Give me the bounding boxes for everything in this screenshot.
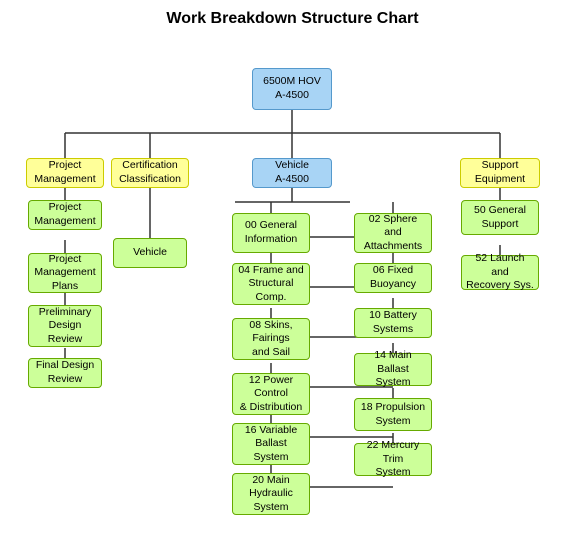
node-pm4: Final Design Review <box>28 358 102 388</box>
node-pm: Project Management <box>26 158 104 188</box>
node-se: Support Equipment <box>460 158 540 188</box>
node-pm3: Preliminary Design Review <box>28 305 102 347</box>
node-v6: 20 Main Hydraulic System <box>232 473 310 515</box>
node-v1: 00 General Information <box>232 213 310 253</box>
node-v3: 08 Skins, Fairings and Sail <box>232 318 310 360</box>
node-se2: 52 Launch and Recovery Sys. <box>461 255 539 290</box>
node-root: 6500M HOV A-4500 <box>252 68 332 110</box>
node-v10: 14 Main Ballast System <box>354 353 432 386</box>
node-v11: 18 Propulsion System <box>354 398 432 431</box>
chart-container: 6500M HOV A-4500 Project Management Cert… <box>10 40 575 540</box>
node-se1: 50 General Support <box>461 200 539 235</box>
node-v12: 22 Mercury Trim System <box>354 443 432 476</box>
node-cc: Certification Classification <box>111 158 189 188</box>
node-v7: 02 Sphere and Attachments <box>354 213 432 253</box>
node-v9: 10 Battery Systems <box>354 308 432 338</box>
node-v8: 06 Fixed Buoyancy <box>354 263 432 293</box>
node-pm2: Project Management Plans <box>28 253 102 293</box>
node-v5: 16 Variable Ballast System <box>232 423 310 465</box>
node-pm1: Project Management <box>28 200 102 230</box>
node-cc1: Vehicle <box>113 238 187 268</box>
node-v4: 12 Power Control & Distribution <box>232 373 310 415</box>
node-vehicle: Vehicle A-4500 <box>252 158 332 188</box>
chart-title: Work Breakdown Structure Chart <box>10 10 575 28</box>
node-v2: 04 Frame and Structural Comp. <box>232 263 310 305</box>
